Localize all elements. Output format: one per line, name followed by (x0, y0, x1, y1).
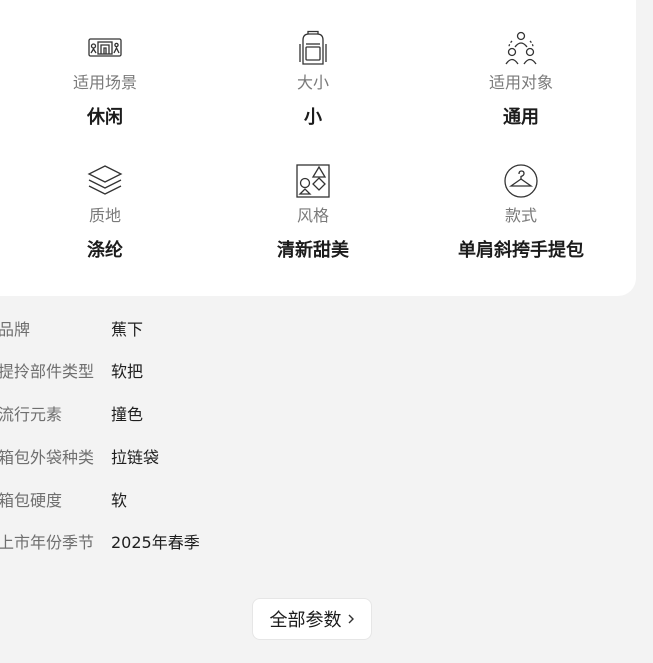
attr-type: 款式 单肩斜挎手提包 (416, 163, 626, 262)
param-key: 箱包外袋种类 (0, 448, 95, 467)
param-row: 提拎部件类型 软把 (0, 348, 400, 388)
people-icon (505, 31, 537, 65)
hanger-icon (504, 164, 538, 198)
all-params-button[interactable]: 全部参数 (252, 598, 372, 640)
attr-style: 风格 清新甜美 (208, 163, 418, 262)
shapes-icon (296, 164, 330, 198)
attr-value: 涤纶 (87, 240, 123, 261)
backpack-icon (299, 30, 327, 65)
attr-size: 大小 小 (208, 30, 418, 129)
param-key: 品牌 (0, 320, 31, 339)
param-row: 箱包外袋种类 拉链袋 (0, 434, 400, 474)
attr-label: 风格 (296, 206, 329, 225)
param-key: 流行元素 (0, 405, 63, 424)
attr-value: 单肩斜挎手提包 (458, 240, 584, 261)
layers-icon (87, 165, 123, 195)
attr-value: 通用 (503, 107, 539, 128)
param-value: 撞色 (111, 405, 144, 424)
param-value: 拉链袋 (111, 448, 160, 467)
param-row: 箱包硬度 软 (0, 477, 400, 517)
attr-label: 质地 (88, 206, 121, 225)
attr-value: 清新甜美 (277, 240, 349, 261)
attr-label: 款式 (504, 206, 537, 225)
attr-label: 大小 (296, 73, 329, 92)
attr-material: 质地 涤纶 (0, 163, 210, 262)
param-value: 软 (111, 491, 128, 510)
param-value: 蕉下 (111, 320, 144, 339)
param-row: 流行元素 撞色 (0, 391, 400, 431)
param-value: 软把 (111, 362, 144, 381)
param-key: 提拎部件类型 (0, 362, 95, 381)
attr-label: 适用场景 (72, 73, 137, 92)
param-row: 上市年份季节 2025年春季 (0, 519, 400, 559)
attr-target: 适用对象 通用 (416, 30, 626, 129)
attr-scene: 适用场景 休闲 (0, 30, 210, 129)
chevron-right-icon (348, 614, 354, 624)
attr-value: 休闲 (87, 107, 123, 128)
all-params-label: 全部参数 (269, 610, 342, 631)
scene-icon (88, 38, 122, 57)
param-value: 2025年春季 (111, 533, 200, 552)
attr-label: 适用对象 (488, 73, 553, 92)
param-key: 箱包硬度 (0, 491, 63, 510)
param-row: 品牌 蕉下 (0, 306, 400, 346)
attr-value: 小 (304, 107, 322, 128)
param-key: 上市年份季节 (0, 533, 95, 552)
